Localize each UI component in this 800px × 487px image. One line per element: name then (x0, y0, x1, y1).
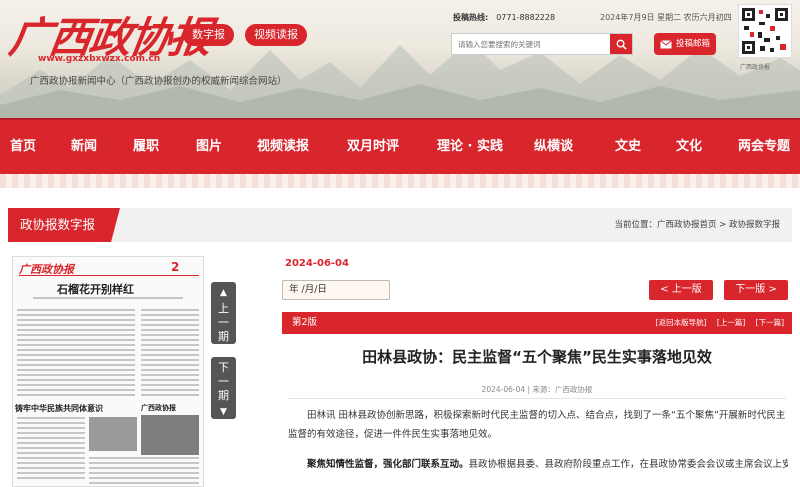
next-issue-label: 下一期 (218, 361, 229, 402)
nav-sessions[interactable]: 两会专题 (738, 120, 790, 174)
mail-icon (660, 39, 672, 48)
paper-page-number: 2 (171, 260, 180, 274)
mail-button-label: 投稿邮箱 (676, 39, 711, 49)
paper-headline: 广西政协报 (141, 404, 176, 412)
qr-code-icon (742, 8, 788, 54)
hotline-label: 投稿热线: (453, 13, 489, 22)
digital-paper-button[interactable]: 数字报 (183, 24, 234, 46)
chevron-down-icon: ▼ (220, 407, 227, 417)
next-issue-button[interactable]: 下一期 ▼ (211, 357, 236, 419)
nav-duty[interactable]: 履职 (133, 120, 159, 174)
prev-edition-button[interactable]: < 上一版 (649, 280, 713, 300)
logo-url: www.gxzxbxwzx.com.cn (38, 54, 161, 64)
edition-bar: 第2版 [返回本版导航] [上一篇] [下一篇] (282, 312, 792, 334)
site-header: 广西政协报 www.gxzxbxwzx.com.cn 广西政协报新闻中心（广西政… (0, 0, 800, 118)
paper-subhead-lines (33, 297, 183, 302)
newspaper-page-thumbnail[interactable]: 广西政协报 2 石榴花开别样红 铸牢中华民族共同体意识 广西政协报 (12, 256, 204, 487)
search-box (451, 33, 633, 55)
nav-photos[interactable]: 图片 (196, 120, 222, 174)
paragraph-lead: 聚焦知情性监督，强化部门联系互动。 (307, 459, 469, 470)
paragraph-text: 县政协根据县委、县政府阶段重点工作，在县政协常委会会议或主席会议上安排1—2 (468, 459, 788, 470)
back-to-nav-link[interactable]: [返回本版导航] (656, 318, 707, 327)
search-button[interactable] (610, 34, 632, 54)
paper-text-block (141, 309, 199, 399)
nav-home[interactable]: 首页 (10, 120, 36, 174)
next-edition-button[interactable]: 下一版 > (724, 280, 788, 300)
article-paragraph: 田林讯 田林县政协创新思路，积极探索新时代民主监督的切入点、结合点，找到了一条“… (288, 410, 786, 440)
breadcrumb-row: 政协报数字报 当前位置：广西政协报首页 > 政协报数字报 (8, 208, 792, 242)
paper-text-block (17, 309, 135, 399)
hotline-number: 0771-8882228 (496, 13, 556, 22)
prev-article-link[interactable]: [上一篇] (717, 318, 745, 327)
prev-issue-button[interactable]: ▲ 上一期 (211, 282, 236, 344)
decorative-stripe (0, 174, 800, 188)
date-picker-input[interactable]: 年 /月/日 (282, 280, 390, 300)
header-date: 2024年7月9日 星期二 农历六月初四 (600, 13, 732, 22)
qr-code (738, 4, 792, 58)
nav-culture[interactable]: 文化 (676, 120, 702, 174)
chevron-up-icon: ▲ (220, 288, 227, 298)
nav-theory[interactable]: 理论 · 实践 (437, 120, 503, 174)
article-paragraph: 聚焦知情性监督，强化部门联系互动。县政协根据县委、县政府阶段重点工作，在县政协常… (288, 455, 788, 474)
nav-bimonthly[interactable]: 双月时评 (347, 120, 399, 174)
nav-news[interactable]: 新闻 (71, 120, 97, 174)
submission-mail-button[interactable]: 投稿邮箱 (654, 33, 717, 55)
nav-history[interactable]: 文史 (615, 120, 641, 174)
qr-caption: 广西政协报 (740, 64, 771, 71)
search-input[interactable] (452, 34, 610, 54)
breadcrumb[interactable]: 当前位置：广西政协报首页 > 政协报数字报 (614, 208, 780, 242)
divider (288, 398, 786, 399)
search-icon (616, 39, 627, 50)
prev-issue-label: 上一期 (218, 302, 229, 343)
nav-video[interactable]: 视频读报 (257, 120, 309, 174)
paper-text-block (89, 457, 199, 486)
nav-column[interactable]: 纵横谈 (534, 120, 573, 174)
section-tag: 政协报数字报 (8, 208, 120, 242)
paper-photo (141, 415, 199, 455)
article-meta: 2024-06-04 | 来源：广西政协报 (481, 385, 593, 394)
edition-links: [返回本版导航] [上一篇] [下一篇] (648, 312, 784, 334)
issue-date: 2024-06-04 (285, 258, 349, 269)
paper-photo (89, 417, 137, 451)
paper-headline: 铸牢中华民族共同体意识 (15, 404, 103, 413)
next-article-link[interactable]: [下一篇] (756, 318, 784, 327)
paper-rule (19, 275, 199, 279)
site-tagline: 广西政协报新闻中心（广西政协报创办的权威新闻综合网站） (30, 76, 287, 87)
edition-label: 第2版 (292, 317, 318, 328)
main-nav: 首页 新闻 履职 图片 视频读报 双月时评 理论 · 实践 纵横谈 文史 文化 … (0, 118, 800, 174)
paper-text-block (17, 417, 85, 482)
video-reading-button[interactable]: 视频读报 (245, 24, 307, 46)
paper-headline: 石榴花开别样红 (57, 283, 134, 296)
article-title: 田林县政协：民主监督“五个聚焦”民生实事落地见效 (362, 348, 712, 366)
hotline: 投稿热线: 0771-8882228 (453, 12, 555, 23)
